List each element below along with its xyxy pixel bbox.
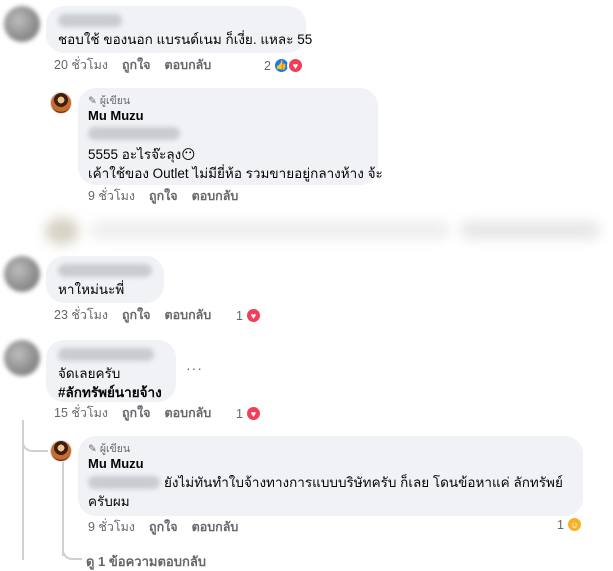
thread-elbow <box>22 440 48 452</box>
pencil-icon: ✎ <box>88 94 97 107</box>
hashtag-link[interactable]: #ลักทรัพย์นายจ้าง <box>58 383 164 402</box>
reply-button[interactable]: ตอบกลับ <box>192 517 239 537</box>
author-badge: ✎ ผู้เขียน <box>88 94 368 108</box>
reply-button[interactable]: ตอบกลับ <box>165 55 212 75</box>
reaction-summary[interactable]: 1 ♥ <box>236 405 262 422</box>
comment-actions: 15 ชั่วโมง ถูกใจ ตอบกลับ <box>54 405 211 421</box>
comment-text: ชอบใช้ ของนอก แบรนด์เนม ก็เงี่ย. แหละ 55 <box>58 32 313 47</box>
comment-time[interactable]: 20 ชั่วโมง <box>54 55 108 75</box>
commenter-name-redacted[interactable] <box>58 264 152 277</box>
reaction-summary[interactable]: 2 👍 ♥ <box>264 57 304 74</box>
comment-bubble: หาใหม่นะพี่ <box>46 256 164 303</box>
author-badge: ✎ ผู้เขียน <box>88 442 573 456</box>
reply-bubble: ✎ ผู้เขียน Mu Muzu ยังไม่ทันทำใบจ้างทางก… <box>78 436 583 516</box>
reply-text-line-1: 5555 อะไรจ๊ะลุง😶 <box>88 147 196 162</box>
comment-time[interactable]: 15 ชั่วโมง <box>54 403 108 423</box>
commenter-avatar[interactable] <box>4 340 40 376</box>
reaction-count: 2 <box>264 58 271 73</box>
reaction-summary[interactable]: 1 ♥ <box>236 307 262 324</box>
blurred-text <box>460 221 600 239</box>
reply-actions: 9 ชั่วโมง ถูกใจ ตอบกลับ <box>88 188 238 204</box>
like-button[interactable]: ถูกใจ <box>149 517 178 537</box>
comment-actions: 23 ชั่วโมง ถูกใจ ตอบกลับ <box>54 307 211 323</box>
commenter-avatar[interactable] <box>4 256 40 292</box>
author-avatar[interactable] <box>50 92 72 114</box>
reply-time[interactable]: 9 ชั่วโมง <box>88 186 135 206</box>
comment-actions: 20 ชั่วโมง ถูกใจ ตอบกลับ <box>54 57 211 73</box>
blurred-comment <box>0 205 613 253</box>
reply-actions: 9 ชั่วโมง ถูกใจ ตอบกลับ <box>88 519 238 535</box>
reaction-count: 1 <box>236 406 243 421</box>
like-button[interactable]: ถูกใจ <box>122 55 151 75</box>
tagged-name-redacted[interactable] <box>88 476 160 489</box>
like-button[interactable]: ถูกใจ <box>149 186 178 206</box>
thread-elbow <box>62 548 82 560</box>
comment-text-line-1: จัดเลยครับ <box>58 366 121 381</box>
author-avatar[interactable] <box>50 440 72 462</box>
reply-text-line-2: ครับผม <box>88 494 130 509</box>
author-name[interactable]: Mu Muzu <box>88 107 368 125</box>
blurred-text <box>90 221 450 239</box>
reply-time[interactable]: 9 ชั่วโมง <box>88 517 135 537</box>
comment-text: หาใหม่นะพี่ <box>58 282 125 297</box>
reply-button[interactable]: ตอบกลับ <box>165 403 212 423</box>
commenter-avatar[interactable] <box>4 6 40 42</box>
view-replies-link[interactable]: ดู 1 ข้อความตอบกลับ <box>86 551 206 571</box>
reply-button[interactable]: ตอบกลับ <box>165 305 212 325</box>
reply-text-line-2: เค้าใช้ของ Outlet ไม่มียี่ห้อ รวมขายอยู่… <box>88 166 383 181</box>
pencil-icon: ✎ <box>88 442 97 455</box>
comment-bubble: จัดเลยครับ #ลักทรัพย์นายจ้าง <box>46 340 176 402</box>
reply-bubble: ✎ ผู้เขียน Mu Muzu 5555 อะไรจ๊ะลุง😶 เค้า… <box>78 88 383 185</box>
like-button[interactable]: ถูกใจ <box>122 403 151 423</box>
reaction-count: 1 <box>236 308 243 323</box>
love-icon: ♥ <box>244 405 262 422</box>
care-icon: ☺ <box>565 516 583 533</box>
comment-time[interactable]: 23 ชั่วโมง <box>54 305 108 325</box>
blurred-avatar <box>45 217 79 245</box>
thread-connector <box>62 462 64 556</box>
reaction-count: 1 <box>557 517 564 532</box>
reply-text-line-1: ยังไม่ทันทำใบจ้างทางการแบบบริษัทครับ ก็เ… <box>164 475 563 490</box>
more-options-button[interactable]: ··· <box>186 360 203 376</box>
commenter-name-redacted[interactable] <box>58 14 122 27</box>
author-name[interactable]: Mu Muzu <box>88 455 573 473</box>
comment-bubble: ชอบใช้ ของนอก แบรนด์เนม ก็เงี่ย. แหละ 55 <box>46 6 313 53</box>
commenter-name-redacted[interactable] <box>58 348 154 361</box>
love-icon: ♥ <box>244 307 262 324</box>
reaction-summary[interactable]: 1 ☺ <box>557 516 583 533</box>
tagged-name-redacted[interactable] <box>88 127 180 140</box>
reply-button[interactable]: ตอบกลับ <box>192 186 239 206</box>
like-button[interactable]: ถูกใจ <box>122 305 151 325</box>
love-icon: ♥ <box>286 57 304 74</box>
